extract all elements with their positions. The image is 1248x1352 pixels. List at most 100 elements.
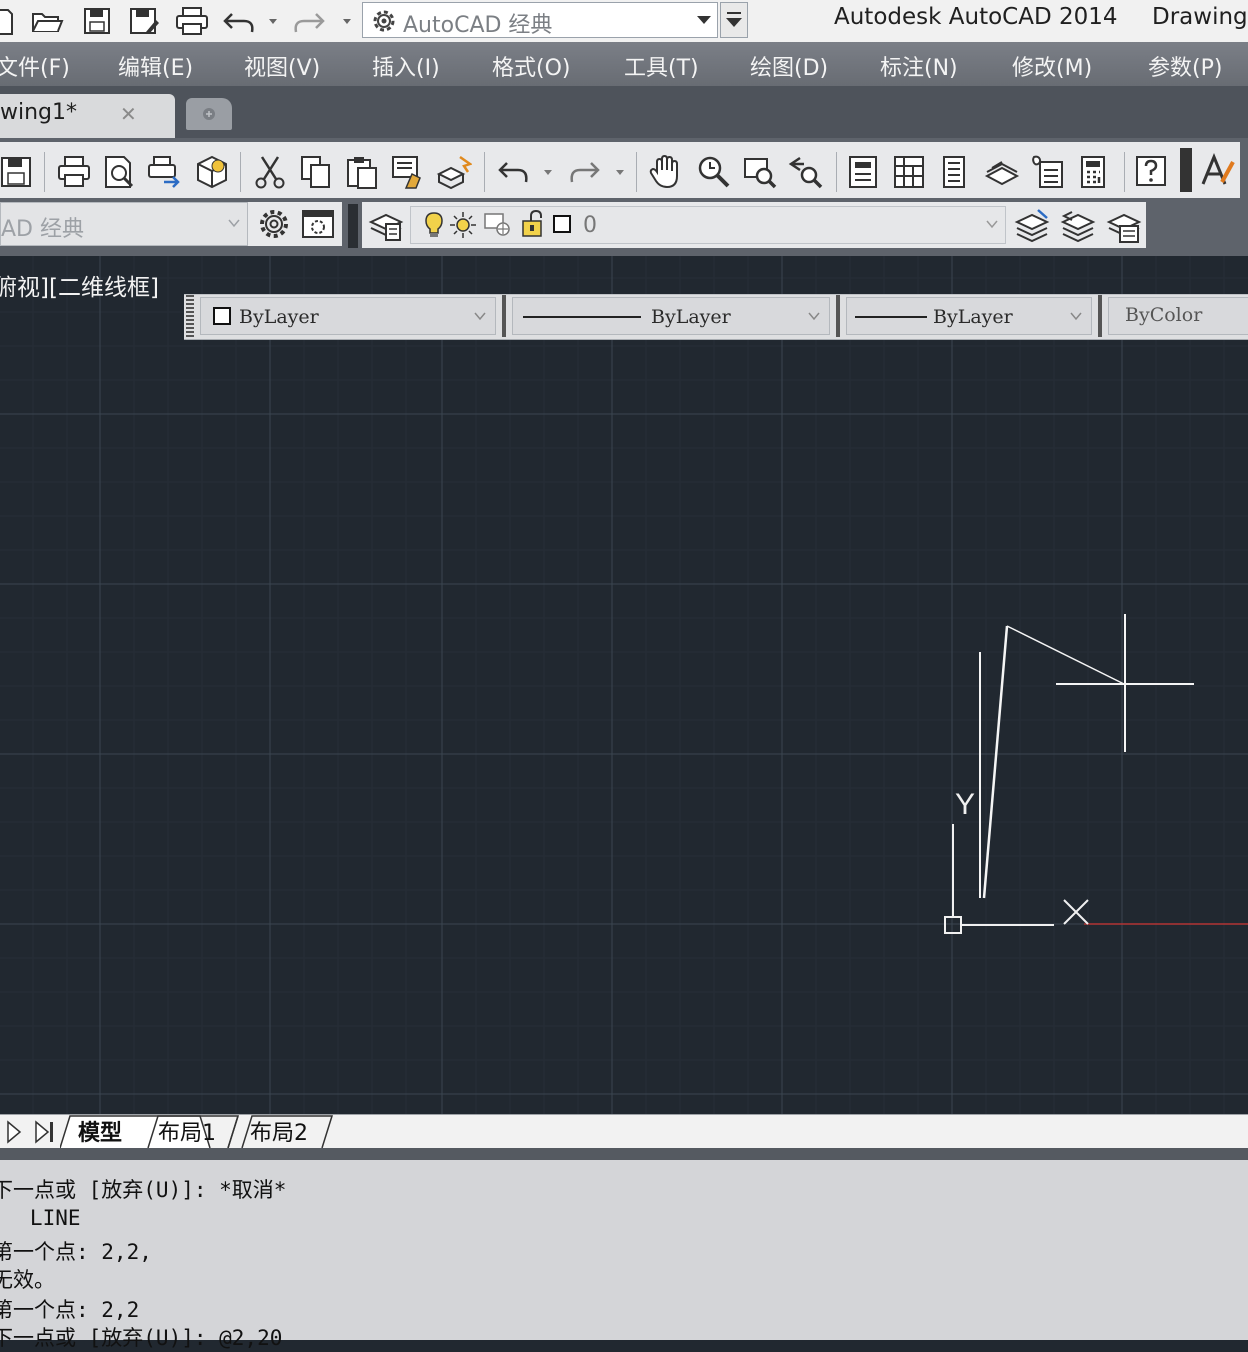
print-icon[interactable] <box>174 6 208 36</box>
publish-icon[interactable] <box>146 154 182 190</box>
chevron-down-icon <box>695 11 713 29</box>
command-history-line: 下一点或 [放弃(U)]: *取消* <box>0 1178 287 1202</box>
save-as-icon[interactable] <box>128 6 159 36</box>
linetype-sample <box>523 316 641 318</box>
lineweight-dropdown[interactable]: ByLayer <box>846 297 1092 335</box>
make-current-layer-icon[interactable] <box>1014 208 1050 244</box>
menu-modify[interactable]: 修改(M) <box>1012 50 1092 82</box>
gear-icon <box>369 6 399 36</box>
layer-panel: 0 <box>362 202 1146 248</box>
color-value: ByLayer <box>239 306 319 328</box>
workspace-settings-gear-icon[interactable] <box>256 206 292 242</box>
command-history-line: 下一点或 [放弃(U)]: @2,20 <box>0 1326 283 1350</box>
menu-format[interactable]: 格式(O) <box>492 50 570 82</box>
plotstyle-dropdown[interactable]: ByColor <box>1108 297 1248 335</box>
menu-parametric[interactable]: 参数(P) <box>1148 50 1222 82</box>
plotstyle-value: ByColor <box>1125 304 1203 326</box>
toolbar-separator <box>502 295 506 337</box>
text-style-icon[interactable] <box>1200 152 1236 190</box>
pan-hand-icon[interactable] <box>648 154 684 190</box>
layer-color-swatch[interactable] <box>553 215 571 233</box>
toolbar-redo-icon[interactable] <box>566 154 602 190</box>
open-folder-icon[interactable] <box>30 6 64 36</box>
menu-draw[interactable]: 绘图(D) <box>750 50 828 82</box>
standard-toolbar-panel <box>0 142 1240 199</box>
layer-previous-icon[interactable] <box>1060 208 1096 244</box>
layer-dropdown[interactable]: 0 <box>410 206 1006 244</box>
plot-preview-icon[interactable] <box>102 154 138 190</box>
next-tab-arrow-icon[interactable] <box>2 1119 24 1145</box>
paste-icon[interactable] <box>344 154 380 190</box>
title-bar: AutoCAD 经典 Autodesk AutoCAD 2014 Drawing <box>0 0 1248 43</box>
zoom-previous-icon[interactable] <box>788 154 824 190</box>
lineweight-value: ByLayer <box>933 306 1013 328</box>
match-properties-icon[interactable] <box>390 154 426 190</box>
workspace-switch-dropdown[interactable]: AD 经典 <box>0 202 248 246</box>
linetype-dropdown[interactable]: ByLayer <box>512 297 830 335</box>
undo-dropdown-icon[interactable] <box>266 6 280 36</box>
layer-properties-manager-icon[interactable] <box>368 208 404 244</box>
3d-print-icon[interactable] <box>194 154 230 190</box>
workspace-dropdown[interactable]: AutoCAD 经典 <box>362 2 718 38</box>
customize-workspace-icon[interactable] <box>300 206 336 242</box>
zoom-window-icon[interactable] <box>742 154 778 190</box>
save-icon[interactable] <box>82 6 112 36</box>
redo-list-chevron-icon[interactable] <box>612 154 628 190</box>
design-center-icon[interactable] <box>892 154 928 190</box>
command-window-splitter[interactable] <box>0 1148 1248 1160</box>
qsave-icon[interactable] <box>0 154 36 190</box>
tab-layout1[interactable]: 布局1 <box>158 1115 216 1147</box>
redo-icon[interactable] <box>292 6 325 36</box>
calculator-icon[interactable] <box>1076 154 1112 190</box>
workspace-buttons <box>248 202 342 246</box>
toolbar-undo-icon[interactable] <box>496 154 532 190</box>
menu-dimension[interactable]: 标注(N) <box>880 50 958 82</box>
viewport-controls-label[interactable]: 俯视][二维线框] <box>0 268 159 302</box>
chevron-down-icon <box>227 216 241 230</box>
close-icon[interactable]: ✕ <box>120 102 137 126</box>
last-tab-arrow-icon[interactable] <box>32 1119 58 1145</box>
block-editor-icon[interactable] <box>436 154 472 190</box>
menu-file[interactable]: 文件(F) <box>0 50 70 82</box>
new-file-icon[interactable] <box>0 6 24 36</box>
sheet-set-manager-icon[interactable] <box>984 154 1020 190</box>
menu-insert[interactable]: 插入(I) <box>372 50 440 82</box>
command-history-line: 第一个点: 2,2, <box>0 1240 152 1264</box>
toolbar-grip-handle[interactable] <box>348 204 358 248</box>
toolbar-separator <box>44 152 45 192</box>
tab-model[interactable]: 模型 <box>78 1115 122 1147</box>
color-dropdown[interactable]: ByLayer <box>200 297 496 335</box>
menu-edit[interactable]: 编辑(E) <box>118 50 193 82</box>
lightbulb-on-icon[interactable] <box>423 211 445 239</box>
toolbar-grip-handle[interactable] <box>1180 148 1192 192</box>
layer-states-icon[interactable] <box>1106 208 1142 244</box>
sun-thaw-icon[interactable] <box>449 211 477 239</box>
zoom-realtime-icon[interactable] <box>696 154 732 190</box>
menu-view[interactable]: 视图(V) <box>244 50 320 82</box>
unlock-icon[interactable] <box>519 209 547 239</box>
undo-icon[interactable] <box>222 6 254 36</box>
undo-list-chevron-icon[interactable] <box>540 154 556 190</box>
menu-tools[interactable]: 工具(T) <box>624 50 699 82</box>
chevron-down-icon <box>807 310 821 322</box>
copy-icon[interactable] <box>298 154 334 190</box>
tool-palettes-icon[interactable] <box>938 154 974 190</box>
toolbar-separator <box>836 152 837 192</box>
properties-icon[interactable] <box>846 154 882 190</box>
chevron-down-icon <box>985 217 999 231</box>
cut-icon[interactable] <box>252 154 288 190</box>
current-layer-name: 0 <box>583 213 597 238</box>
toolbar-grip-handle[interactable] <box>186 295 194 337</box>
viewport-freeze-icon[interactable] <box>483 211 513 239</box>
customize-quick-access-button[interactable] <box>720 2 748 38</box>
command-history-line: LINE <box>0 1206 81 1230</box>
chevron-down-icon <box>1069 310 1083 322</box>
markup-set-manager-icon[interactable] <box>1030 154 1066 190</box>
tab-layout2[interactable]: 布局2 <box>250 1115 308 1147</box>
plot-icon[interactable] <box>56 154 92 190</box>
help-icon[interactable] <box>1134 154 1170 190</box>
new-tab-button[interactable] <box>186 98 232 130</box>
drawing-canvas[interactable]: Y <box>0 256 1248 1114</box>
file-tab-drawing1[interactable]: wing1* ✕ <box>0 94 175 138</box>
redo-dropdown-icon[interactable] <box>340 6 354 36</box>
